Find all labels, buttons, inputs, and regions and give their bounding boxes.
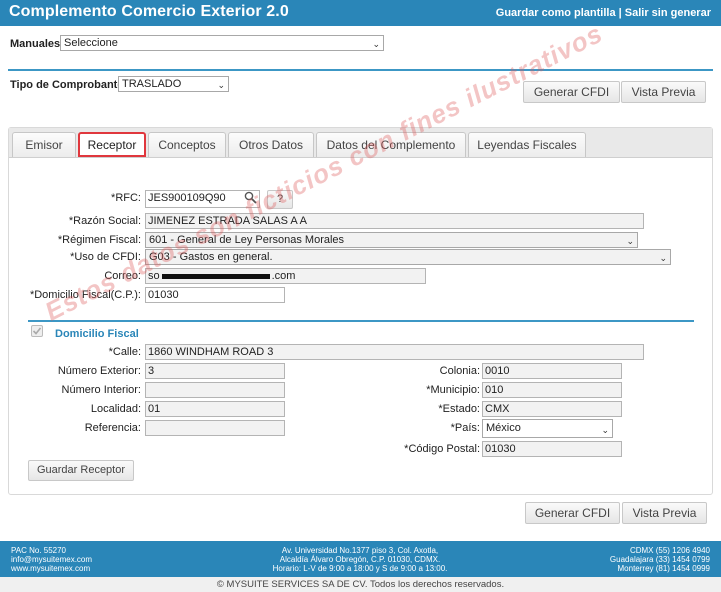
- guardar-receptor-button[interactable]: Guardar Receptor: [28, 460, 134, 481]
- municipio-input[interactable]: 010: [482, 382, 622, 398]
- correo-prefix: so: [148, 270, 160, 282]
- header-separator: |: [618, 7, 622, 19]
- colonia-input[interactable]: 0010: [482, 363, 622, 379]
- tab-otros-datos[interactable]: Otros Datos: [228, 132, 314, 157]
- regimen-fiscal-value: 601 - General de Ley Personas Morales: [149, 234, 345, 246]
- tab-bar: Emisor Receptor Conceptos Otros Datos Da…: [9, 128, 712, 158]
- manuales-label: Manuales:: [10, 38, 64, 50]
- tab-conceptos[interactable]: Conceptos: [148, 132, 226, 157]
- localidad-input[interactable]: 01: [145, 401, 285, 417]
- rfc-help-button[interactable]: ?: [267, 190, 293, 209]
- footer-phones: CDMX (55) 1206 4940 Guadalajara (33) 145…: [610, 546, 710, 573]
- correo-label: Correo:: [104, 270, 141, 282]
- chevron-down-icon: ⌄: [601, 425, 609, 435]
- pais-select[interactable]: México ⌄: [482, 419, 613, 438]
- rfc-value: JES900109Q90: [148, 192, 226, 204]
- address-line: Alcaldía Álvaro Obregón, C.P. 01030, CDM…: [279, 555, 441, 564]
- chevron-down-icon: ⌄: [217, 80, 225, 90]
- colonia-label: Colonia:: [439, 365, 480, 377]
- numero-interior-input[interactable]: [145, 382, 285, 398]
- chevron-down-icon: ⌄: [659, 253, 667, 263]
- referencia-input[interactable]: [145, 420, 285, 436]
- numero-exterior-input[interactable]: 3: [145, 363, 285, 379]
- generar-cfdi-button-bottom[interactable]: Generar CFDI: [525, 502, 620, 524]
- phone-line: CDMX (55) 1206 4940: [629, 546, 710, 555]
- regimen-fiscal-select[interactable]: 601 - General de Ley Personas Morales ⌄: [145, 232, 638, 248]
- redaction-bar: [161, 273, 270, 279]
- tipo-comprobante-value: TRASLADO: [122, 78, 182, 90]
- receptor-panel: [8, 127, 713, 495]
- manuales-select[interactable]: Seleccione ⌄: [60, 35, 384, 51]
- estado-input[interactable]: CMX: [482, 401, 622, 417]
- footer-email-link[interactable]: info@mysuitemex.com: [11, 555, 92, 564]
- pais-label: *País:: [450, 422, 480, 434]
- hours-line: Horario: L-V de 9:00 a 18:00 y S de 9:00…: [272, 564, 448, 573]
- rfc-input[interactable]: JES900109Q90: [145, 190, 260, 208]
- address-line: Av. Universidad No.1377 piso 3, Col. Axo…: [281, 546, 439, 555]
- copyright: © MYSUITE SERVICES SA DE CV. Todos los d…: [0, 577, 721, 592]
- footer: PAC No. 55270 info@mysuitemex.com www.my…: [0, 541, 721, 577]
- footer-website-link[interactable]: www.mysuitemex.com: [11, 564, 92, 573]
- numero-interior-label: Número Interior:: [61, 384, 141, 396]
- save-template-link[interactable]: Guardar como plantilla: [496, 7, 616, 19]
- app-header: Complemento Comercio Exterior 2.0 Guarda…: [0, 0, 721, 26]
- municipio-label: *Municipio:: [426, 384, 480, 396]
- phone-line: Guadalajara (33) 1454 0799: [609, 555, 710, 564]
- uso-cfdi-label: *Uso de CFDI:: [70, 251, 141, 263]
- estado-label: *Estado:: [438, 403, 480, 415]
- tipo-comprobante-select[interactable]: TRASLADO ⌄: [118, 76, 229, 92]
- referencia-label: Referencia:: [84, 422, 141, 434]
- domicilio-checkbox[interactable]: [31, 325, 43, 337]
- tab-datos-complemento[interactable]: Datos del Complemento: [316, 132, 466, 157]
- uso-cfdi-select[interactable]: G03 - Gastos en general. ⌄: [145, 249, 671, 265]
- divider: [8, 69, 713, 71]
- tab-receptor[interactable]: Receptor: [78, 132, 146, 157]
- tipo-comprobante-label: Tipo de Comprobante:: [10, 79, 128, 91]
- calle-label: *Calle:: [108, 346, 141, 358]
- footer-address: Av. Universidad No.1377 piso 3, Col. Axo…: [230, 546, 490, 573]
- pac-number: PAC No. 55270: [11, 546, 66, 555]
- header-links: Guardar como plantilla | Salir sin gener…: [496, 7, 711, 19]
- phone-line: Monterrey (81) 1454 0999: [617, 564, 711, 573]
- chevron-down-icon: ⌄: [372, 39, 380, 49]
- domicilio-cp-label: *Domicilio Fiscal(C.P.):: [29, 289, 141, 301]
- exit-without-generate-link[interactable]: Salir sin generar: [625, 7, 711, 19]
- calle-input[interactable]: 1860 WINDHAM ROAD 3: [145, 344, 644, 360]
- codigo-postal-input[interactable]: 01030: [482, 441, 622, 457]
- section-divider: [28, 320, 694, 322]
- domicilio-fiscal-title: Domicilio Fiscal: [55, 328, 139, 340]
- correo-suffix: .com: [271, 270, 296, 282]
- numero-exterior-label: Número Exterior:: [57, 365, 141, 377]
- razon-social-input[interactable]: JIMENEZ ESTRADA SALAS A A: [145, 213, 644, 229]
- search-icon[interactable]: [244, 191, 257, 207]
- vista-previa-button[interactable]: Vista Previa: [621, 81, 706, 103]
- generar-cfdi-button[interactable]: Generar CFDI: [523, 81, 620, 103]
- vista-previa-button-bottom[interactable]: Vista Previa: [622, 502, 707, 524]
- rfc-label: *RFC:: [111, 192, 141, 204]
- chevron-down-icon: ⌄: [626, 236, 634, 246]
- correo-input[interactable]: so .com: [145, 268, 426, 284]
- codigo-postal-label: *Código Postal:: [404, 443, 480, 455]
- manuales-value: Seleccione: [64, 37, 118, 49]
- tab-leyendas-fiscales[interactable]: Leyendas Fiscales: [468, 132, 586, 157]
- pais-value: México: [486, 422, 521, 434]
- localidad-label: Localidad:: [90, 403, 141, 415]
- page-title: Complemento Comercio Exterior 2.0: [9, 3, 289, 20]
- footer-contact: PAC No. 55270 info@mysuitemex.com www.my…: [11, 546, 92, 573]
- uso-cfdi-value: G03 - Gastos en general.: [149, 251, 273, 263]
- razon-social-label: *Razón Social:: [68, 215, 141, 227]
- regimen-fiscal-label: *Régimen Fiscal:: [57, 234, 141, 246]
- domicilio-cp-input[interactable]: 01030: [145, 287, 285, 303]
- tab-emisor[interactable]: Emisor: [12, 132, 76, 157]
